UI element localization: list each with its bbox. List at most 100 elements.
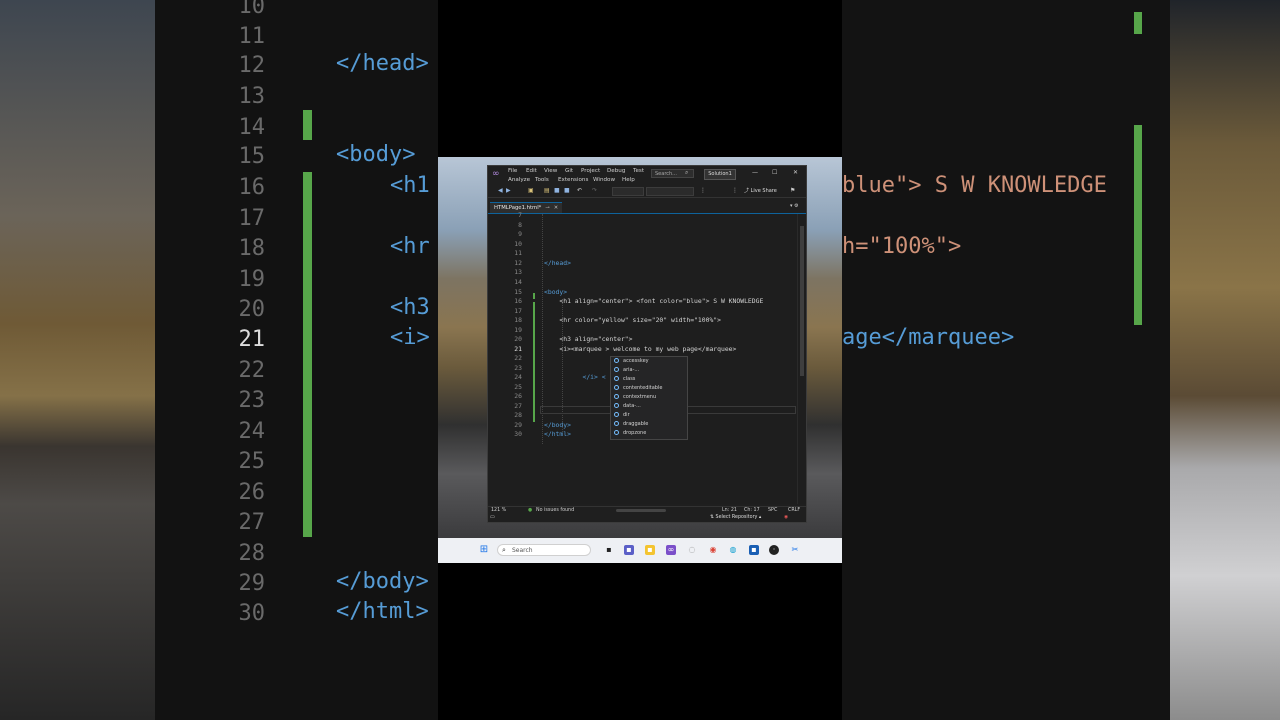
line-ending-indicator[interactable]: CRLF — [788, 508, 800, 513]
code-line-current: <i><marquee > welcome to my web page</ma… — [544, 345, 737, 353]
open-folder-icon[interactable]: ▤ — [544, 188, 550, 194]
intellisense-item[interactable]: data-... — [614, 403, 641, 409]
line-number: 17 — [514, 307, 522, 315]
windows-start-icon[interactable]: ⊞ — [479, 545, 489, 555]
line-number: 19 — [514, 326, 522, 334]
dell-icon[interactable]: · — [769, 545, 779, 555]
config-dropdown[interactable] — [612, 187, 644, 196]
issues-status[interactable]: No issues found — [536, 508, 574, 513]
menu-project[interactable]: Project — [581, 168, 600, 174]
line-number: 18 — [238, 236, 266, 261]
toolbar-icon[interactable]: ⋮ — [732, 188, 738, 194]
line-number: 28 — [514, 411, 522, 419]
code-text: <body> — [336, 142, 416, 167]
menu-extensions[interactable]: Extensions — [558, 177, 588, 183]
output-icon[interactable]: ▭ — [490, 515, 495, 520]
line-number: 8 — [518, 221, 522, 229]
close-icon[interactable]: ✕ — [793, 169, 798, 176]
menu-test[interactable]: Test — [633, 168, 644, 174]
menu-view[interactable]: View — [544, 168, 557, 174]
undo-icon[interactable]: ↶ — [577, 188, 583, 194]
menu-window[interactable]: Window — [593, 177, 615, 183]
line-number: 19 — [238, 267, 266, 292]
line-number: 24 — [514, 373, 522, 381]
line-number: 13 — [514, 268, 522, 276]
background-right: blue"> S W KNOWLEDGE h="100%"> age</marq… — [842, 0, 1280, 720]
code-line: </html> — [544, 430, 571, 438]
store-icon[interactable]: ▪ — [749, 545, 759, 555]
snipping-tool-icon[interactable]: ✂ — [790, 545, 800, 555]
tab-dropdown-icon[interactable]: ▾ ⚙ — [790, 203, 799, 209]
visual-studio-icon[interactable]: ∞ — [666, 545, 676, 555]
horizontal-scrollbar[interactable] — [616, 509, 666, 512]
line-number: 20 — [514, 335, 522, 343]
line-number: 10 — [238, 0, 266, 19]
code-line: <hr color="yellow" size="20" width="100%… — [544, 316, 721, 324]
whitespace-indicator[interactable]: SPC — [768, 508, 777, 513]
zoom-level[interactable]: 121 % — [491, 508, 506, 513]
file-explorer-icon[interactable]: ▪ — [645, 545, 655, 555]
menu-edit[interactable]: Edit — [526, 168, 537, 174]
intellisense-item[interactable]: contextmenu — [614, 394, 656, 400]
line-number: 15 — [514, 288, 522, 296]
attribute-icon — [614, 376, 619, 381]
feedback-icon[interactable]: ⚑ — [790, 188, 796, 194]
edge-icon[interactable]: ◍ — [728, 545, 738, 555]
vertical-scrollbar[interactable] — [797, 214, 806, 504]
attribute-icon — [614, 421, 619, 426]
code-text: <h3 — [390, 295, 430, 320]
save-all-icon[interactable]: ■ — [564, 188, 570, 194]
maximize-icon[interactable]: ☐ — [772, 169, 777, 176]
line-number: 12 — [514, 259, 522, 267]
code-text: <i> — [390, 325, 430, 350]
select-repository-button[interactable]: ⇅ Select Repository ▴ — [710, 515, 761, 520]
notifications-icon[interactable]: ◉ — [784, 515, 788, 520]
forward-icon[interactable]: ▶ — [506, 188, 512, 194]
taskbar-search-input[interactable]: Search — [497, 544, 591, 556]
minimize-icon[interactable]: — — [752, 169, 758, 176]
teams-icon[interactable]: ▪ — [624, 545, 634, 555]
line-number: 14 — [238, 115, 266, 140]
code-editor[interactable]: 7 8 9 10 11 12 13 14 15 16 17 18 19 20 2… — [488, 211, 798, 504]
intellisense-item[interactable]: contenteditable — [614, 385, 662, 391]
scrollbar-thumb[interactable] — [800, 226, 804, 376]
toolbar-options-icon[interactable]: ⋮ — [700, 188, 706, 194]
change-marker — [1134, 125, 1142, 325]
windows-taskbar: ⊞ Search ⌕ ▪ ▪ ▪ ∞ ◌ ◉ ◍ ▪ · ✂ — [438, 538, 842, 563]
line-number: 21 — [514, 345, 522, 353]
line-number: 27 — [238, 510, 266, 535]
new-project-icon[interactable]: ▣ — [528, 188, 534, 194]
menu-git[interactable]: Git — [565, 168, 573, 174]
back-icon[interactable]: ◀ — [498, 188, 504, 194]
menu-help[interactable]: Help — [622, 177, 635, 183]
intellisense-item[interactable]: dropzone — [614, 430, 646, 436]
intellisense-item[interactable]: accesskey — [614, 358, 649, 364]
line-number: 30 — [238, 601, 266, 626]
menu-file[interactable]: File — [508, 168, 517, 174]
toolbar: ◀ ▶ ▣ ▤ ■ ■ ↶ ↷ ⋮ ⋮ ⤴ Live Share ⚑ — [488, 185, 806, 198]
live-share-button[interactable]: ⤴ Live Share — [744, 187, 777, 194]
line-number: 11 — [514, 249, 522, 257]
solution-button[interactable]: Solution1 — [704, 169, 736, 180]
redo-icon[interactable]: ↷ — [592, 188, 598, 194]
platform-dropdown[interactable] — [646, 187, 694, 196]
intellisense-item[interactable]: draggable — [614, 421, 648, 427]
menu-analyze[interactable]: Analyze — [508, 177, 530, 183]
save-icon[interactable]: ■ — [554, 188, 560, 194]
line-number: 28 — [238, 541, 266, 566]
app-icon[interactable]: ◌ — [687, 545, 697, 555]
line-number: 21 — [238, 327, 266, 352]
pin-icon[interactable]: ⊸ — [545, 205, 549, 211]
menu-debug[interactable]: Debug — [607, 168, 625, 174]
close-tab-icon[interactable]: ✕ — [554, 205, 558, 211]
menu-tools[interactable]: Tools — [535, 177, 549, 183]
code-line: <body> — [544, 288, 568, 296]
intellisense-item[interactable]: dir — [614, 412, 630, 418]
line-number: 12 — [238, 53, 266, 78]
chrome-icon[interactable]: ◉ — [708, 545, 718, 555]
intellisense-item[interactable]: aria-... — [614, 367, 639, 373]
attribute-icon — [614, 394, 619, 399]
line-number: 22 — [238, 358, 266, 383]
intellisense-item[interactable]: class — [614, 376, 635, 382]
task-view-icon[interactable]: ▪ — [604, 545, 614, 555]
